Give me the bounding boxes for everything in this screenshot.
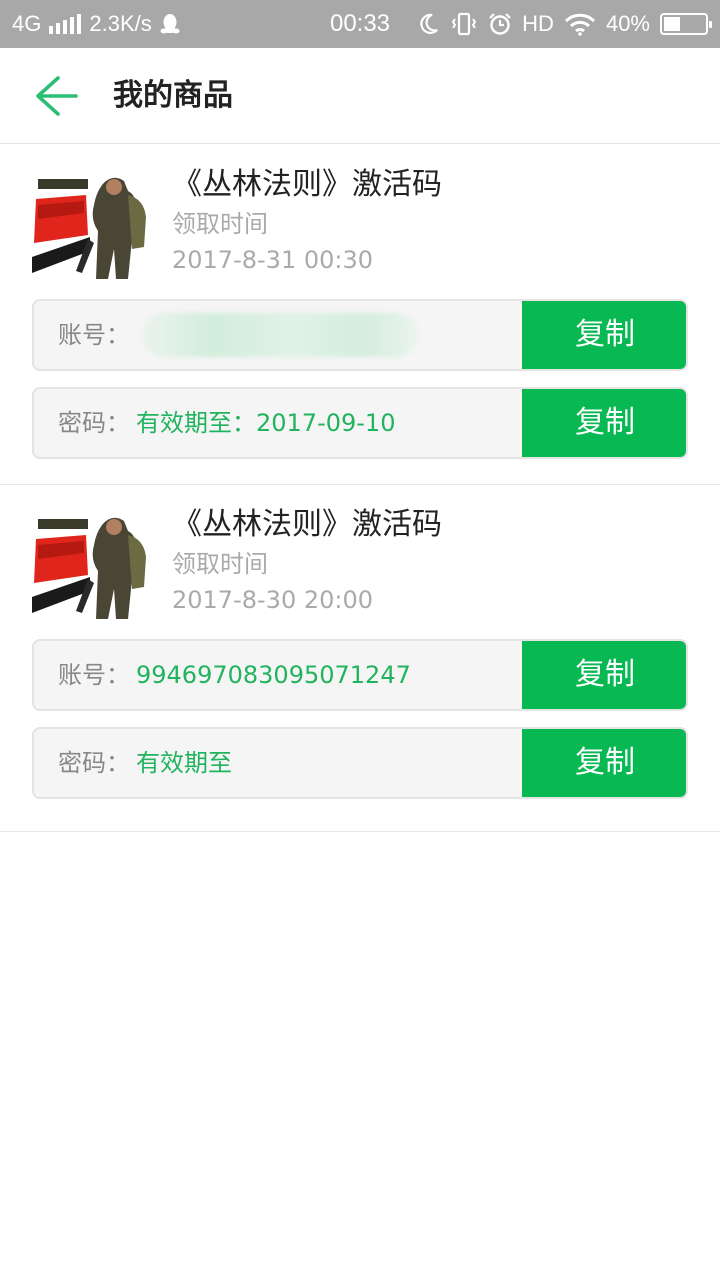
account-value: 994697083095071247 [136, 661, 411, 689]
status-right: HD 40% [418, 10, 712, 38]
account-label: 账号： [58, 321, 130, 349]
account-label: 账号： [58, 661, 130, 689]
arrow-left-icon [36, 76, 78, 116]
copy-password-button[interactable]: 复制 [522, 729, 686, 797]
game-thumbnail[interactable] [32, 169, 148, 281]
copy-account-button[interactable]: 复制 [522, 301, 686, 369]
back-button[interactable] [28, 70, 84, 122]
password-value: 有效期至：2017-09-10 [136, 409, 396, 437]
battery-percent: 40% [605, 11, 650, 36]
receive-time: 2017-8-30 20:00 [172, 586, 373, 614]
alarm-icon [489, 13, 511, 35]
status-bar: 4G 2.3K/s 00:33 HD 40% [0, 0, 720, 48]
password-row: 密码： 有效期至 复制 [32, 727, 688, 799]
game-thumbnail[interactable] [32, 509, 148, 621]
password-row: 密码： 有效期至：2017-09-10 复制 [32, 387, 688, 459]
battery-icon [660, 13, 712, 35]
game-cover-image [32, 509, 148, 621]
vibrate-icon [451, 12, 477, 36]
moon-icon [420, 13, 438, 34]
redacted-account-mask [142, 313, 418, 357]
receive-time-label: 领取时间 [172, 210, 268, 238]
copy-password-button[interactable]: 复制 [522, 389, 686, 457]
copy-account-button[interactable]: 复制 [522, 641, 686, 709]
wifi-icon [564, 13, 596, 36]
game-cover-image [32, 169, 148, 281]
page-title: 我的商品 [113, 78, 233, 113]
hd-indicator: HD [522, 11, 554, 36]
account-row: 账号： 复制 [32, 299, 688, 371]
password-label: 密码： [58, 409, 130, 437]
product-card: 《丛林法则》激活码 领取时间 2017-8-31 00:30 账号： 复制 密码… [0, 145, 720, 485]
product-title: 《丛林法则》激活码 [172, 167, 442, 202]
battery-fill [664, 17, 680, 31]
receive-time: 2017-8-31 00:30 [172, 246, 373, 274]
product-card: 《丛林法则》激活码 领取时间 2017-8-30 20:00 账号： 99469… [0, 485, 720, 832]
product-title: 《丛林法则》激活码 [172, 507, 442, 542]
password-value: 有效期至 [136, 749, 232, 777]
app-header: 我的商品 [0, 48, 720, 144]
account-row: 账号： 994697083095071247 复制 [32, 639, 688, 711]
password-label: 密码： [58, 749, 130, 777]
receive-time-label: 领取时间 [172, 550, 268, 578]
